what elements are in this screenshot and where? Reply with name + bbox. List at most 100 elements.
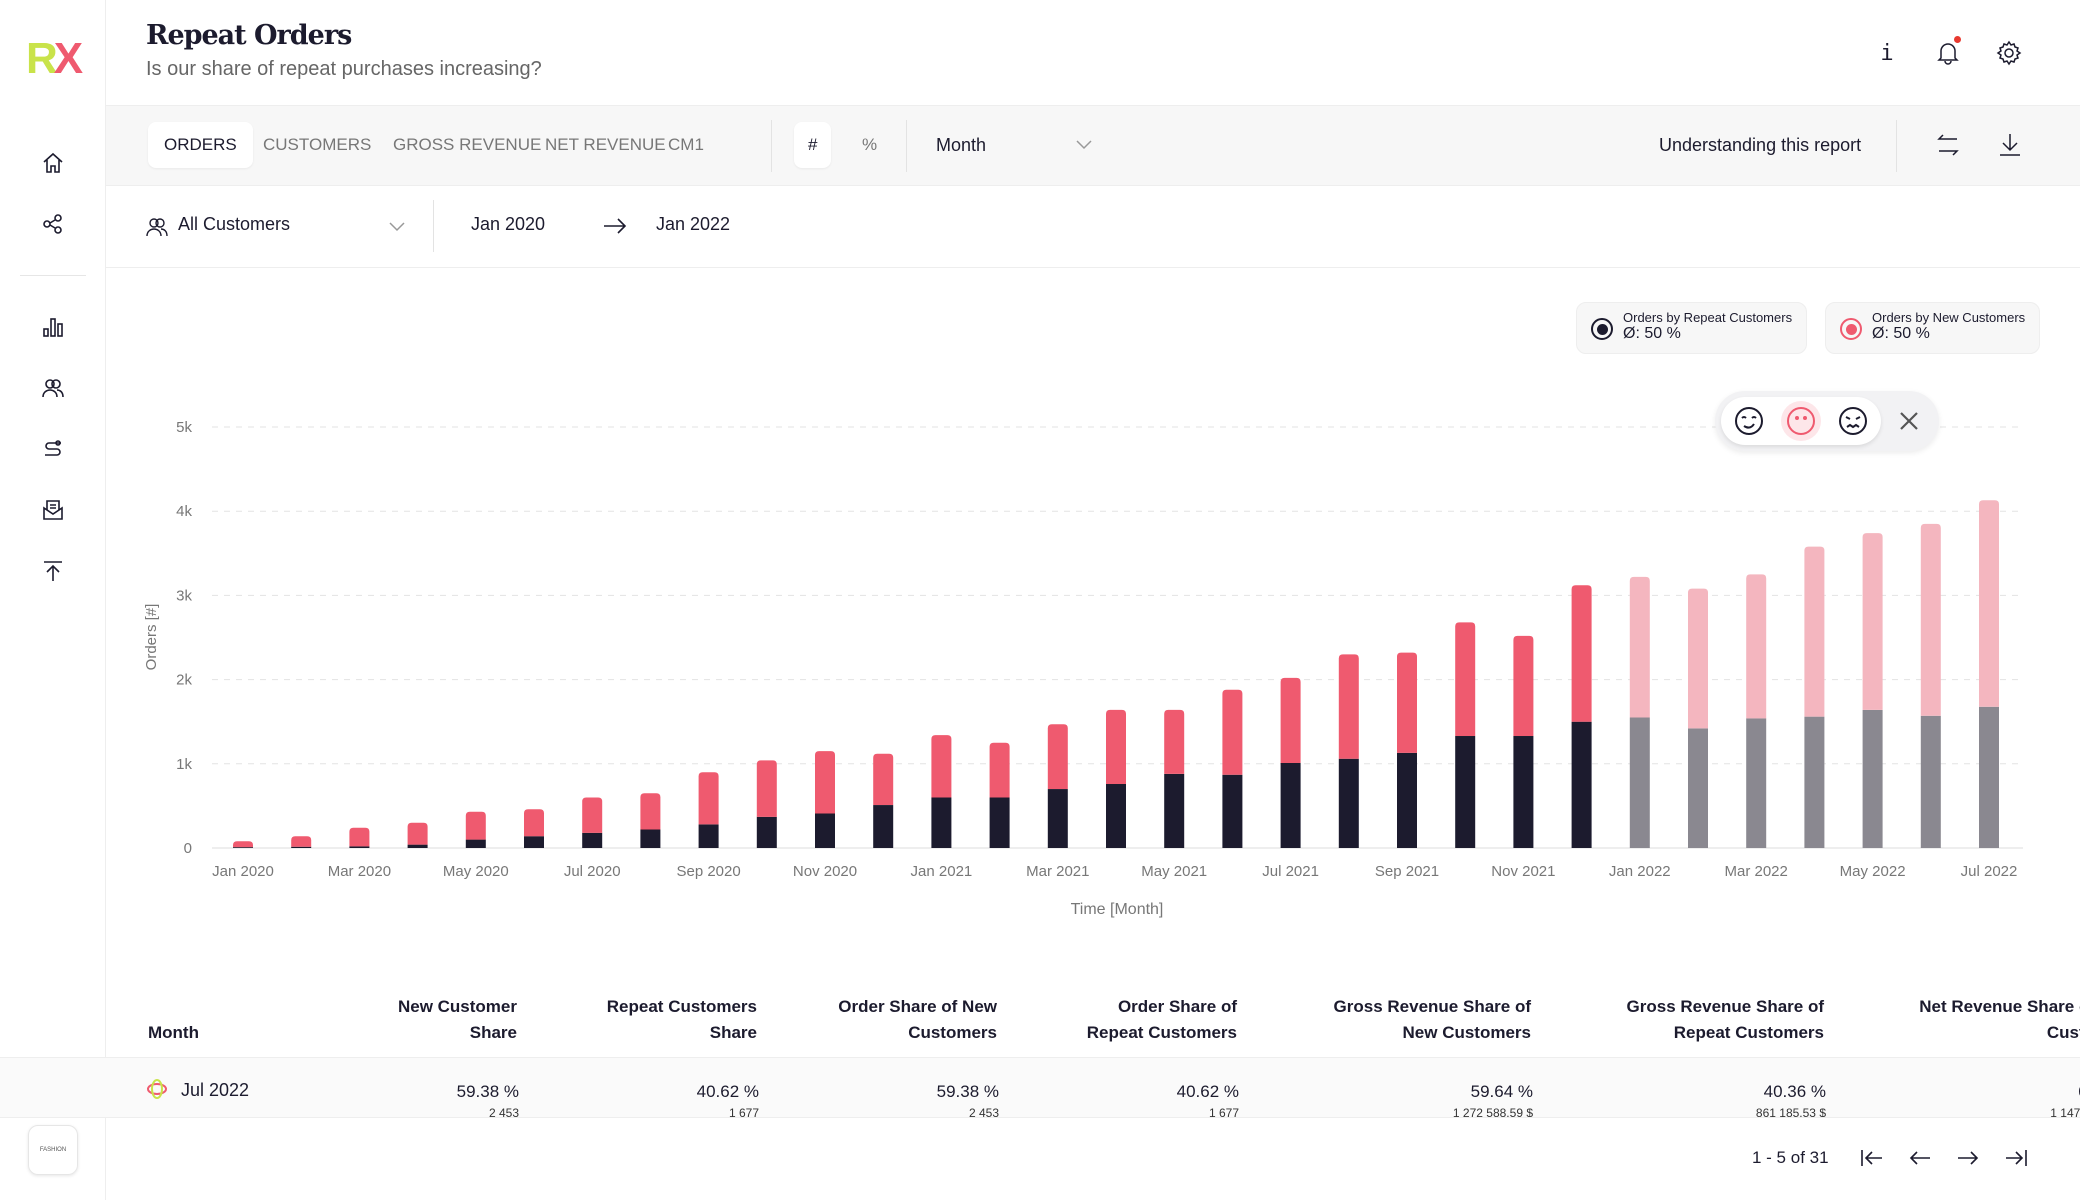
bar-new [1629, 576, 1650, 718]
x-tick-label: Mar 2022 [1725, 863, 1788, 880]
bar-new [1455, 622, 1476, 737]
bar-new [1397, 652, 1417, 753]
x-tick-label: Jan 2022 [1609, 863, 1671, 880]
bar-repeat [524, 836, 544, 848]
x-tick-label: May 2022 [1840, 863, 1906, 880]
bar-repeat [291, 846, 312, 848]
bar-new [1862, 533, 1883, 710]
column-header[interactable]: Gross Revenue Share of New Customers [1334, 994, 1531, 1046]
bar-new [1688, 588, 1708, 729]
bar-new [756, 760, 777, 817]
table-cell: 641 147 79 [2050, 1082, 2080, 1118]
table-cell: 40.36 % 861 185.53 $ [1755, 1082, 1826, 1118]
bar-new [1513, 635, 1534, 737]
column-header[interactable]: Month [148, 1020, 199, 1046]
column-header[interactable]: Net Revenue Share ofCusto [1919, 994, 2080, 1046]
column-header[interactable]: Order Share of Repeat Customers [1087, 994, 1237, 1046]
bar-new [407, 822, 428, 845]
bar-repeat [873, 805, 894, 848]
y-tick-label: 1k [176, 756, 192, 773]
feedback-faces [1721, 397, 1881, 445]
bar-new [815, 751, 835, 814]
y-tick-label: 2k [176, 672, 192, 689]
bar-repeat [1047, 789, 1068, 848]
bar-new [873, 753, 894, 806]
table-cell: 40.62 % 1 677 [696, 1082, 759, 1118]
bar-new [1222, 689, 1243, 775]
row-month: Jul 2022 [181, 1080, 250, 1100]
last-page-icon[interactable] [2002, 1144, 2030, 1172]
bar-repeat [1106, 784, 1126, 848]
next-page-icon[interactable] [1954, 1144, 1982, 1172]
bar-new [524, 809, 544, 837]
column-header[interactable]: Order Share of New Customers [838, 994, 997, 1046]
bar-repeat [756, 816, 777, 848]
bar-repeat [1280, 762, 1301, 848]
orders-chart: 0 1k 2k 3k 4k 5k Jan 2020 Mar 2020 May 2020 Jul 2… [143, 419, 2023, 918]
x-tick-label: May 2020 [443, 863, 509, 880]
bar-new [291, 836, 312, 847]
bar-repeat [582, 832, 603, 848]
bar-repeat [640, 829, 661, 848]
first-page-icon[interactable] [1858, 1144, 1886, 1172]
x-tick-label: Jul 2020 [564, 863, 621, 880]
bar-repeat [1629, 717, 1650, 848]
happy-face-icon[interactable] [1729, 401, 1769, 441]
table-header: Month New Customer Share Repeat Customers Sh… [0, 990, 2080, 1058]
column-header[interactable]: Gross Revenue Share of Repeat Customers [1627, 994, 1824, 1046]
bar-repeat [1688, 728, 1708, 848]
sad-face-icon[interactable] [1833, 401, 1873, 441]
bar-repeat [349, 846, 370, 848]
table-cell: 59.64 % 1 272 588.59 $ [1452, 1082, 1533, 1118]
month-icon [146, 1078, 168, 1105]
bar-new [1979, 500, 1999, 707]
x-tick-label: Sep 2021 [1375, 863, 1439, 880]
x-tick-label: Mar 2021 [1026, 863, 1089, 880]
bar-new [233, 841, 253, 848]
table-row[interactable]: Jul 2022 59.38 % 2 453 40.62 % 1 677 59.38 %… [0, 1058, 2080, 1118]
table-cell: 40.62 % 1 677 [1176, 1082, 1239, 1118]
y-tick-label: 5k [176, 419, 192, 436]
bar-repeat [1804, 716, 1825, 848]
bar-repeat [1862, 709, 1883, 848]
y-axis-title: Orders [#] [143, 604, 160, 671]
bar-repeat [1397, 752, 1417, 848]
column-header[interactable]: New Customer Share [398, 994, 517, 1046]
bar-repeat [1513, 736, 1534, 848]
x-tick-label: Nov 2020 [793, 863, 857, 880]
x-axis-title: Time [Month] [1071, 901, 1164, 918]
feedback-widget [1715, 391, 1939, 451]
bar-new [1920, 523, 1941, 716]
bar-repeat [407, 844, 428, 848]
bar-new [1571, 585, 1592, 722]
bar-repeat [1455, 736, 1476, 848]
bar-repeat [1746, 718, 1767, 848]
bar-repeat [931, 797, 952, 848]
bar-new [931, 735, 952, 798]
bar-repeat [1571, 721, 1592, 848]
close-icon[interactable] [1899, 411, 1919, 436]
x-tick-label: Sep 2020 [676, 863, 740, 880]
bar-new [1338, 654, 1359, 759]
bar-new [1106, 709, 1126, 785]
table-cell: 59.38 % 2 453 [936, 1082, 999, 1118]
neutral-face-icon[interactable] [1781, 401, 1821, 441]
bar-repeat [1222, 774, 1243, 848]
bar-repeat [698, 824, 719, 848]
bar-new [465, 811, 486, 840]
bar-repeat [233, 847, 253, 848]
brand-logo[interactable]: FASHION [28, 1125, 78, 1175]
x-tick-label: Mar 2020 [328, 863, 391, 880]
bar-repeat [1164, 773, 1185, 848]
bar-repeat [465, 839, 486, 848]
bar-new [1047, 724, 1068, 790]
bar-repeat [989, 797, 1010, 848]
bar-repeat [1979, 706, 1999, 848]
column-header[interactable]: Repeat Customers Share [607, 994, 757, 1046]
bar-new [1280, 677, 1301, 763]
prev-page-icon[interactable] [1906, 1144, 1934, 1172]
x-tick-label: Jul 2022 [1961, 863, 2018, 880]
pagination-label: 1 - 5 of 31 [1752, 1148, 1829, 1167]
x-tick-label: Jul 2021 [1262, 863, 1319, 880]
x-tick-label: Jan 2020 [212, 863, 274, 880]
